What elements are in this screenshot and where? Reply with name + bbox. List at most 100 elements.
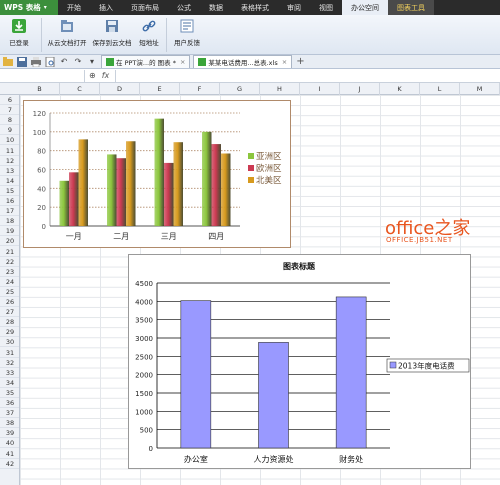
row-header[interactable]: 34: [0, 378, 19, 388]
menu-item-7[interactable]: 视图: [310, 0, 342, 15]
y-tick-label: 3000: [135, 335, 153, 343]
y-tick-label: 2500: [135, 353, 153, 361]
app-menu-button[interactable]: WPS 表格 ▾: [0, 0, 58, 15]
column-header[interactable]: J: [340, 83, 380, 95]
column-header[interactable]: G: [220, 83, 260, 95]
column-header[interactable]: C: [60, 83, 100, 95]
row-header[interactable]: 9: [0, 125, 19, 136]
column-header[interactable]: M: [460, 83, 500, 95]
menu-item-1[interactable]: 插入: [90, 0, 122, 15]
chart-regional-sales[interactable]: 0 20 40 60 80 100 120 一月 二月 三月 四月 亚洲区 欧洲区 北美区: [23, 100, 291, 248]
row-header[interactable]: 32: [0, 358, 19, 368]
chart1-svg: 0 20 40 60 80 100 120 一月 二月 三月 四月 亚洲区欧洲区北美区: [33, 110, 282, 241]
row-header[interactable]: 17: [0, 206, 19, 217]
chevron-down-icon[interactable]: ▾: [86, 56, 98, 68]
row-header[interactable]: 26: [0, 297, 19, 307]
row-header[interactable]: 12: [0, 156, 19, 166]
short-url-button[interactable]: 短地址: [135, 15, 163, 55]
column-header[interactable]: B: [20, 83, 60, 95]
row-header[interactable]: 10: [0, 135, 19, 146]
row-header[interactable]: 23: [0, 267, 19, 277]
fx-icon[interactable]: fx: [102, 71, 110, 80]
menu-item-5[interactable]: 表格样式: [232, 0, 278, 15]
column-header[interactable]: L: [420, 83, 460, 95]
row-header[interactable]: 29: [0, 327, 19, 338]
row-header[interactable]: 25: [0, 287, 19, 297]
row-headers: 6 7 8 9 10 11 12 13 14 15 16 17 18 19 20 21 22 23 24 25 26 27…: [0, 95, 20, 485]
menu-item-9[interactable]: 图表工具: [388, 0, 434, 15]
menu-item-0[interactable]: 开始: [58, 0, 90, 15]
bar-办公室: [180, 300, 212, 449]
row-header[interactable]: 7: [0, 105, 19, 116]
row-header[interactable]: 8: [0, 115, 19, 126]
row-header[interactable]: 19: [0, 226, 19, 237]
print-icon[interactable]: [30, 56, 42, 68]
chevron-down-icon: ▾: [43, 4, 47, 11]
undo-icon[interactable]: ↶: [58, 56, 70, 68]
logged-in-button[interactable]: 已登录: [0, 15, 38, 55]
menu-item-3[interactable]: 公式: [168, 0, 200, 15]
row-header[interactable]: 20: [0, 236, 19, 247]
redo-icon[interactable]: ↷: [72, 56, 84, 68]
column-header[interactable]: D: [100, 83, 140, 95]
y-tick-label: 1500: [135, 390, 153, 398]
row-header[interactable]: 22: [0, 257, 19, 267]
feedback-button[interactable]: 用户反馈: [170, 15, 204, 55]
row-header[interactable]: 39: [0, 428, 19, 439]
chart-title: 图表标题: [283, 261, 316, 271]
row-header[interactable]: 6: [0, 95, 19, 105]
row-header[interactable]: 40: [0, 438, 19, 449]
column-header[interactable]: K: [380, 83, 420, 95]
download-icon: [12, 19, 26, 33]
row-header[interactable]: 18: [0, 216, 19, 227]
row-header[interactable]: 36: [0, 398, 19, 408]
column-header[interactable]: H: [260, 83, 300, 95]
menu-item-4[interactable]: 数据: [200, 0, 232, 15]
column-header[interactable]: E: [140, 83, 180, 95]
chart-phone-fees[interactable]: 图表标题 0 500 1000 1500 2000 2500 3000 3500 4000 4500…: [128, 254, 471, 469]
menu-item-8[interactable]: 办公空间: [342, 0, 388, 15]
bar-欧洲区-一月: [69, 172, 79, 226]
save-icon[interactable]: [16, 56, 28, 68]
menu-item-6[interactable]: 审阅: [278, 0, 310, 15]
row-header[interactable]: 41: [0, 449, 19, 459]
bar-亚洲区-一月: [59, 180, 69, 226]
add-tab-icon[interactable]: +: [296, 56, 304, 67]
row-header[interactable]: 21: [0, 247, 19, 257]
column-header[interactable]: I: [300, 83, 340, 95]
menu-item-2[interactable]: 页面布局: [122, 0, 168, 15]
row-header[interactable]: 11: [0, 146, 19, 156]
close-icon[interactable]: ×: [282, 58, 287, 66]
y-tick-label: 80: [37, 148, 46, 156]
row-header[interactable]: 31: [0, 348, 19, 358]
row-header[interactable]: 30: [0, 337, 19, 348]
folder-icon[interactable]: [2, 56, 14, 68]
row-header[interactable]: 37: [0, 408, 19, 419]
tab-ppt-chart[interactable]: 在 PPT演...的 图表 * ×: [101, 55, 191, 68]
column-header[interactable]: F: [180, 83, 220, 95]
row-header[interactable]: 35: [0, 388, 19, 398]
row-header[interactable]: 38: [0, 418, 19, 429]
formula-input[interactable]: [115, 69, 500, 82]
row-header[interactable]: 28: [0, 317, 19, 328]
y-tick-label: 4500: [135, 280, 153, 288]
y-tick-label: 100: [33, 129, 46, 137]
bar-北美区-四月: [221, 153, 231, 226]
close-icon[interactable]: ×: [180, 58, 185, 66]
row-header[interactable]: 16: [0, 196, 19, 206]
row-header[interactable]: 27: [0, 307, 19, 318]
legend-label: 欧洲区: [256, 163, 282, 174]
save-cloud-button[interactable]: 保存到云文档: [89, 15, 135, 55]
row-header[interactable]: 13: [0, 166, 19, 176]
row-header[interactable]: 15: [0, 186, 19, 196]
name-box[interactable]: [0, 69, 85, 82]
preview-icon[interactable]: [44, 56, 56, 68]
tab-phone-fee-summary[interactable]: 某某电话费用...总表.xls ×: [193, 55, 293, 68]
open-cloud-button[interactable]: 从云文档打开: [45, 15, 89, 55]
row-header[interactable]: 42: [0, 459, 19, 469]
zoom-icon[interactable]: ⊕: [89, 71, 96, 80]
row-header[interactable]: 14: [0, 176, 19, 186]
menu-bar: WPS 表格 ▾ 开始 插入 页面布局 公式 数据 表格样式 审阅 视图 办公空间 图表工具: [0, 0, 500, 15]
row-header[interactable]: 33: [0, 368, 19, 378]
row-header[interactable]: 24: [0, 277, 19, 287]
